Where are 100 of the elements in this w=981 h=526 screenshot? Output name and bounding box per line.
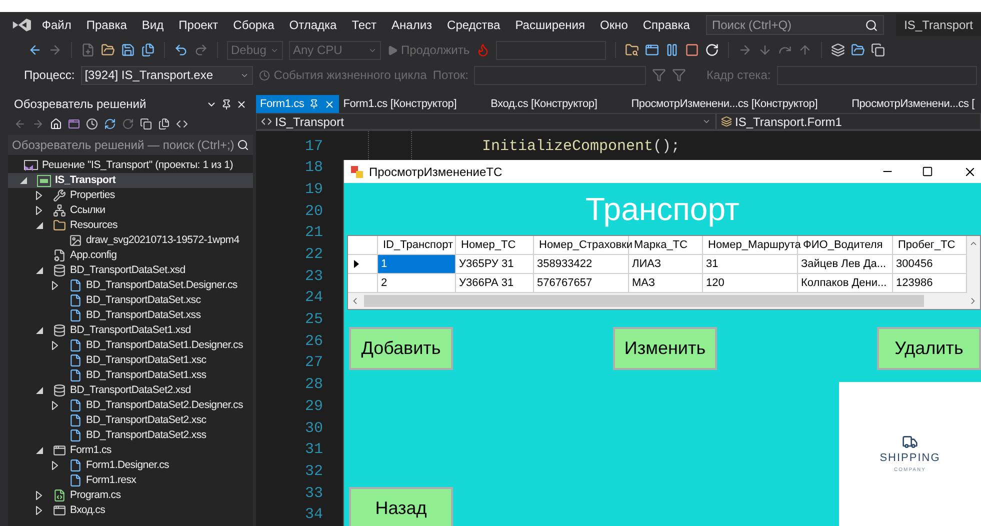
restart-icon[interactable] xyxy=(704,43,719,57)
collapse-icon[interactable] xyxy=(140,118,152,130)
menu-item[interactable]: Сборка xyxy=(233,16,274,34)
step-arrow-icon[interactable] xyxy=(738,43,752,57)
history-icon[interactable] xyxy=(86,118,98,130)
maximize-icon[interactable] xyxy=(922,166,933,177)
table-cell[interactable]: ЛИАЗ xyxy=(629,255,703,274)
tree-item[interactable]: BD_TransportDataSet.Designer.cs xyxy=(8,278,253,293)
tree-item[interactable]: BD_TransportDataSet1.xsc xyxy=(8,353,253,368)
back-button[interactable]: Назад xyxy=(349,487,453,526)
tree-item[interactable]: Вход.cs xyxy=(8,503,253,518)
refresh-icon[interactable] xyxy=(122,118,134,130)
new-file-icon[interactable] xyxy=(81,43,95,57)
pause-icon[interactable] xyxy=(664,43,679,57)
back-icon[interactable] xyxy=(28,43,42,57)
show-files-icon[interactable] xyxy=(158,118,170,130)
expanded-arrow-icon[interactable] xyxy=(20,177,27,184)
flame-icon[interactable] xyxy=(476,43,490,57)
tree-item[interactable]: BD_TransportDataSet.xsc xyxy=(8,293,253,308)
collapsed-arrow-icon[interactable] xyxy=(52,281,58,290)
menu-item[interactable]: Проект xyxy=(178,16,218,34)
tree-item[interactable]: BD_TransportDataSet.xss xyxy=(8,308,253,323)
action-button[interactable]: Удалить xyxy=(877,327,981,370)
pin-icon[interactable] xyxy=(221,98,232,110)
menu-item[interactable]: Файл xyxy=(42,16,72,34)
tree-item[interactable]: IS_Transport xyxy=(8,173,253,188)
editor-tab[interactable]: ПросмотрИзменени...cs [Конструктор] xyxy=(627,95,822,113)
redo-icon[interactable] xyxy=(194,43,208,57)
app-logo-icon[interactable] xyxy=(12,17,32,33)
save-icon[interactable] xyxy=(121,43,135,57)
filter-icon[interactable] xyxy=(672,68,686,82)
menu-item[interactable]: Тест xyxy=(352,16,377,34)
editor-tab[interactable]: Вход.cs [Конструктор] xyxy=(486,95,602,113)
table-cell[interactable]: 31 xyxy=(703,255,798,274)
step-out-icon[interactable] xyxy=(798,43,812,57)
folder-icon[interactable] xyxy=(850,43,865,57)
menu-item[interactable]: Окно xyxy=(600,16,628,34)
collapsed-arrow-icon[interactable] xyxy=(36,506,42,515)
tree-item[interactable]: Properties xyxy=(8,188,253,203)
copy-icon[interactable] xyxy=(870,43,885,57)
folder-search-icon[interactable] xyxy=(624,43,639,57)
tree-item[interactable]: BD_TransportDataSet2.xss xyxy=(8,428,253,443)
expanded-arrow-icon[interactable] xyxy=(36,267,43,274)
expanded-arrow-icon[interactable] xyxy=(36,387,43,394)
menu-item[interactable]: Правка xyxy=(86,16,127,34)
search-field[interactable]: Поиск (Ctrl+Q) xyxy=(706,15,884,35)
horizontal-scrollbar[interactable] xyxy=(348,293,980,309)
forward-icon[interactable] xyxy=(48,43,62,57)
table-cell[interactable]: У365РУ 31 xyxy=(456,255,534,274)
tree-item[interactable]: BD_TransportDataSet2.Designer.cs xyxy=(8,398,253,413)
action-button[interactable]: Изменить xyxy=(613,327,717,370)
tree-item[interactable]: Form1.cs xyxy=(8,443,253,458)
column-header[interactable]: Номер_ТС xyxy=(456,236,534,255)
search-field[interactable]: Обозреватель решений — поиск (Ctrl+;) xyxy=(8,135,253,155)
step-into-icon[interactable] xyxy=(758,43,772,57)
menu-item[interactable]: Вид xyxy=(142,16,164,34)
menu-item[interactable]: Анализ xyxy=(392,16,432,34)
expanded-arrow-icon[interactable] xyxy=(36,327,43,334)
menu-item[interactable]: Справка xyxy=(642,16,690,34)
close-icon[interactable] xyxy=(236,98,247,110)
tree-item[interactable]: draw_svg20210713-19572-1wpm4 xyxy=(8,233,253,248)
tree-item[interactable]: BD_TransportDataSet2.xsc xyxy=(8,413,253,428)
stop-icon[interactable] xyxy=(684,43,699,57)
tree-item[interactable]: BD_TransportDataSet1.Designer.cs xyxy=(8,338,253,353)
undo-icon[interactable] xyxy=(174,43,188,57)
collapsed-arrow-icon[interactable] xyxy=(52,341,58,350)
open-folder-icon[interactable] xyxy=(101,43,115,57)
table-cell[interactable]: 1 xyxy=(378,255,456,274)
tree-item[interactable]: Program.cs xyxy=(8,488,253,503)
table-cell[interactable]: 358933422 xyxy=(534,255,629,274)
collapsed-arrow-icon[interactable] xyxy=(36,206,42,215)
project-dropdown[interactable]: IS_Transport xyxy=(256,113,716,130)
tree-item[interactable]: BD_TransportDataSet.xsd xyxy=(8,263,253,278)
process-dropdown[interactable]: [3924] IS_Transport.exe xyxy=(80,66,253,84)
expanded-arrow-icon[interactable] xyxy=(36,222,43,229)
home-icon[interactable] xyxy=(50,118,62,130)
collapsed-arrow-icon[interactable] xyxy=(36,491,42,500)
forward-icon[interactable] xyxy=(32,118,44,130)
collapsed-arrow-icon[interactable] xyxy=(52,461,58,470)
tree-item[interactable]: Form1.resx xyxy=(8,473,253,488)
table-cell[interactable]: Зайцев Лев Да... xyxy=(798,255,893,274)
collapsed-arrow-icon[interactable] xyxy=(52,401,58,410)
sync-icon[interactable] xyxy=(104,118,116,130)
window-icon[interactable] xyxy=(644,43,659,57)
tree-item[interactable]: BD_TransportDataSet1.xss xyxy=(8,368,253,383)
code-icon[interactable] xyxy=(176,118,188,130)
tree-item[interactable]: App.config xyxy=(8,248,253,263)
tree-item[interactable]: Form1.Designer.cs xyxy=(8,458,253,473)
tree-item[interactable]: BD_TransportDataSet2.xsd xyxy=(8,383,253,398)
tree-item[interactable]: Resources xyxy=(8,218,253,233)
solution-item[interactable]: Решение "IS_Transport" (проекты: 1 из 1) xyxy=(8,158,253,173)
layers-icon[interactable] xyxy=(830,43,845,57)
menu-item[interactable]: Отладка xyxy=(289,16,337,34)
menu-item[interactable]: Расширения xyxy=(515,16,585,34)
vertical-scrollbar[interactable] xyxy=(967,236,980,293)
action-button[interactable]: Добавить xyxy=(349,327,453,370)
filter-icon[interactable] xyxy=(652,68,666,82)
tree-item[interactable]: Ссылки xyxy=(8,203,253,218)
class-dropdown[interactable]: IS_Transport.Form1 xyxy=(716,113,981,130)
save-all-icon[interactable] xyxy=(141,43,155,57)
